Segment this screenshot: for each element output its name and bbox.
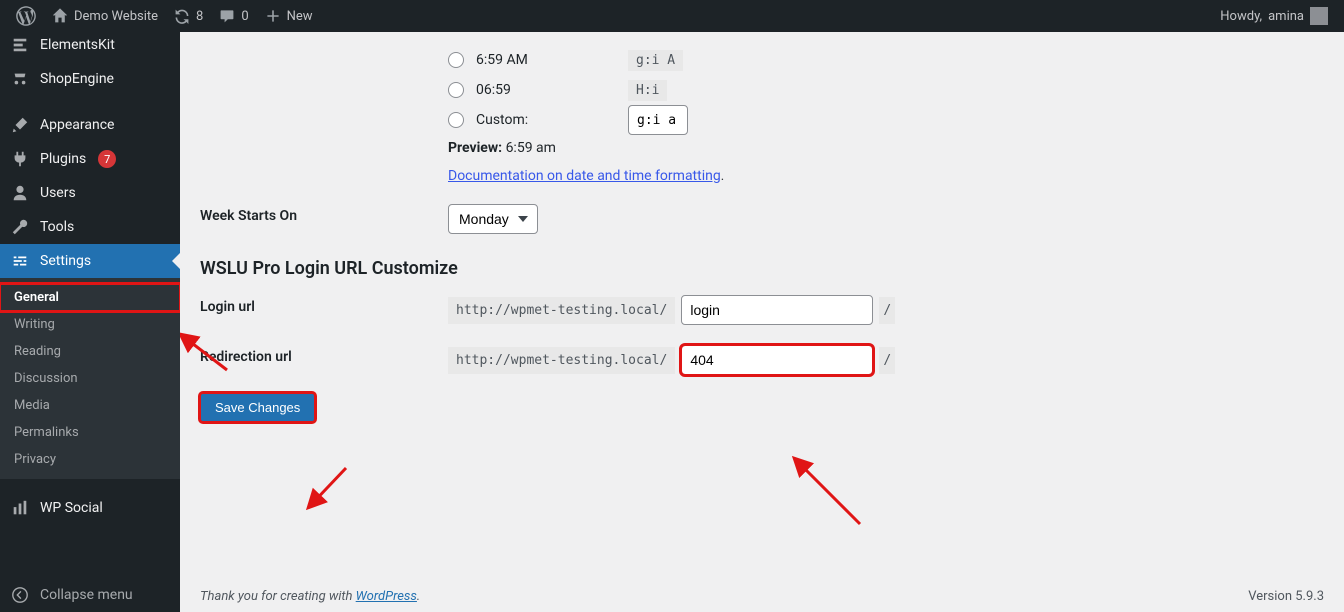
trailing-slash: / <box>879 297 895 324</box>
wp-logo[interactable] <box>8 0 44 32</box>
custom-format-input[interactable] <box>628 105 688 135</box>
submenu-item-writing[interactable]: Writing <box>0 311 180 338</box>
wslu-table: Login url http://wpmet-testing.local/ / … <box>200 285 1324 385</box>
sidebar-item-label: Appearance <box>40 117 114 133</box>
submenu-item-media[interactable]: Media <box>0 392 180 419</box>
trailing-slash: / <box>879 347 895 374</box>
collapse-icon <box>10 585 30 605</box>
sidebar-item-plugins[interactable]: Plugins 7 <box>0 142 180 176</box>
login-url-label: Login url <box>200 285 444 335</box>
login-url-prefix: http://wpmet-testing.local/ <box>448 297 675 324</box>
updates-link[interactable]: 8 <box>166 0 211 32</box>
wpsocial-icon <box>10 498 30 518</box>
content-area: 6:59 AM g:i A 06:59 H:i Custom: Preview:… <box>180 32 1344 612</box>
sidebar-separator <box>0 96 180 108</box>
sidebar-separator <box>0 479 180 491</box>
site-name-link[interactable]: Demo Website <box>44 0 166 32</box>
new-content-link[interactable]: New <box>257 0 321 32</box>
comments-count: 0 <box>241 9 248 24</box>
brush-icon <box>10 115 30 135</box>
footer-thanks: Thank you for creating with WordPress. <box>200 589 420 604</box>
format-code: g:i A <box>628 50 683 71</box>
sidebar-item-label: ElementsKit <box>40 37 115 53</box>
version-text: Version 5.9.3 <box>1248 589 1324 604</box>
time-format-option-2[interactable]: 06:59 H:i <box>448 78 1320 102</box>
profile-link[interactable]: Howdy, amina <box>1212 0 1336 32</box>
wordpress-logo-icon <box>16 6 36 26</box>
sidebar-item-label: Tools <box>40 219 74 235</box>
login-url-input[interactable] <box>681 295 873 325</box>
time-format-table: 6:59 AM g:i A 06:59 H:i Custom: Preview:… <box>200 32 1324 244</box>
comments-link[interactable]: 0 <box>211 0 256 32</box>
submenu-item-discussion[interactable]: Discussion <box>0 365 180 392</box>
sidebar-item-elementskit[interactable]: ElementsKit <box>0 32 180 62</box>
submenu-item-reading[interactable]: Reading <box>0 338 180 365</box>
site-name-text: Demo Website <box>74 9 158 24</box>
preview-label: Preview: <box>448 140 502 156</box>
plus-icon <box>265 8 281 24</box>
save-changes-button[interactable]: Save Changes <box>200 393 315 422</box>
radio-label: 06:59 <box>476 82 616 98</box>
time-format-preview: Preview: 6:59 am <box>448 140 1320 156</box>
week-starts-on-label: Week Starts On <box>200 194 444 244</box>
annotation-arrow <box>302 464 350 514</box>
home-icon <box>52 8 68 24</box>
redirect-url-label: Redirection url <box>200 335 444 385</box>
radio-input[interactable] <box>448 82 464 98</box>
submenu-item-general[interactable]: General <box>0 284 180 311</box>
sliders-icon <box>10 251 30 271</box>
redirect-url-input[interactable] <box>681 345 873 375</box>
new-label: New <box>287 9 313 24</box>
sidebar-item-label: Settings <box>40 253 91 269</box>
plug-icon <box>10 149 30 169</box>
sidebar-item-shopengine[interactable]: ShopEngine <box>0 62 180 96</box>
updates-count: 8 <box>196 9 203 24</box>
sidebar-item-label: ShopEngine <box>40 71 114 87</box>
datetime-doc-link[interactable]: Documentation on date and time formattin… <box>448 168 721 184</box>
submenu-item-permalinks[interactable]: Permalinks <box>0 419 180 446</box>
collapse-label: Collapse menu <box>40 587 133 603</box>
collapse-menu-button[interactable]: Collapse menu <box>0 578 180 612</box>
shopengine-icon <box>10 69 30 89</box>
elementskit-icon <box>10 35 30 55</box>
radio-input[interactable] <box>448 112 464 128</box>
admin-footer: Thank you for creating with WordPress. V… <box>180 575 1344 612</box>
time-format-option-1[interactable]: 6:59 AM g:i A <box>448 48 1320 72</box>
settings-submenu: General Writing Reading Discussion Media… <box>0 278 180 479</box>
format-code: H:i <box>628 80 667 101</box>
plugins-update-badge: 7 <box>98 150 116 168</box>
admin-toolbar: Demo Website 8 0 New Howdy, amina <box>0 0 1344 32</box>
submenu-item-privacy[interactable]: Privacy <box>0 446 180 473</box>
current-user-name: amina <box>1268 9 1304 24</box>
howdy-prefix: Howdy, <box>1220 9 1262 24</box>
comment-icon <box>219 8 235 24</box>
update-icon <box>174 8 190 24</box>
sidebar-item-tools[interactable]: Tools <box>0 210 180 244</box>
time-format-option-custom[interactable]: Custom: <box>448 108 1320 132</box>
annotation-arrow <box>788 452 866 528</box>
user-icon <box>10 183 30 203</box>
sidebar-item-label: WP Social <box>40 500 103 516</box>
wrench-icon <box>10 217 30 237</box>
sidebar-item-label: Plugins <box>40 151 86 167</box>
sidebar-item-appearance[interactable]: Appearance <box>0 108 180 142</box>
wslu-heading: WSLU Pro Login URL Customize <box>200 258 1324 279</box>
redirect-url-prefix: http://wpmet-testing.local/ <box>448 347 675 374</box>
sidebar-item-wpsocial[interactable]: WP Social <box>0 491 180 525</box>
avatar <box>1310 7 1328 25</box>
sidebar-item-settings[interactable]: Settings <box>0 244 180 278</box>
radio-label: Custom: <box>476 112 616 128</box>
radio-label: 6:59 AM <box>476 52 616 68</box>
week-starts-on-select[interactable]: Monday <box>448 204 538 234</box>
sidebar-item-label: Users <box>40 185 76 201</box>
radio-input[interactable] <box>448 52 464 68</box>
wordpress-link[interactable]: WordPress <box>356 589 417 604</box>
preview-value: 6:59 am <box>506 140 556 156</box>
admin-sidebar: ElementsKit ShopEngine Appearance Plugin… <box>0 32 180 612</box>
sidebar-item-users[interactable]: Users <box>0 176 180 210</box>
